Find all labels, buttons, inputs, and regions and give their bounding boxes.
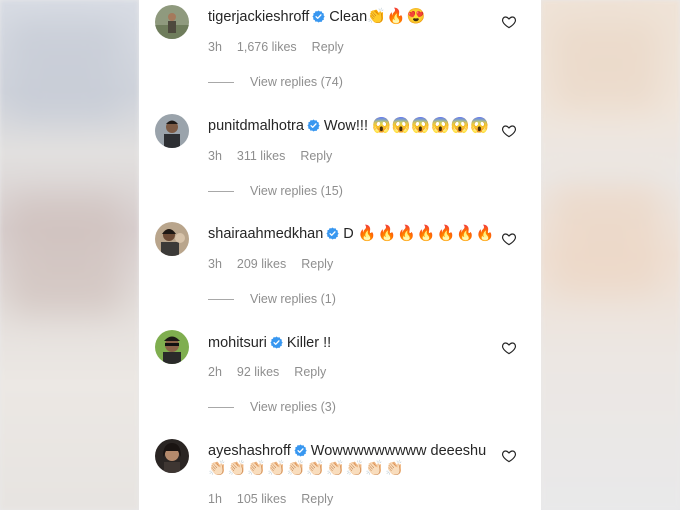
comment-header: punitdmalhotra Wow!!! 😱😱😱😱😱😱 (208, 117, 498, 135)
comment-emoji: 🔥🔥🔥🔥🔥🔥🔥 (357, 225, 496, 242)
comment-header: tigerjackieshroff Clean👏🔥😍 (208, 8, 498, 26)
verified-badge-icon (307, 119, 320, 132)
heart-outline-icon[interactable] (501, 231, 517, 247)
avatar[interactable] (155, 330, 189, 364)
blurred-background-left (0, 0, 139, 510)
comment-emoji: 👏🏻👏🏻👏🏻👏🏻👏🏻👏🏻👏🏻👏🏻👏🏻👏🏻 (208, 460, 405, 477)
timestamp: 3h (208, 257, 222, 271)
comment-meta: 1h 105 likes Reply (208, 492, 348, 506)
verified-badge-icon (294, 444, 307, 457)
username[interactable]: ayeshashroff (208, 443, 291, 459)
like-count[interactable]: 209 likes (237, 257, 286, 271)
reply-button[interactable]: Reply (301, 257, 333, 271)
reply-button[interactable]: Reply (300, 149, 332, 163)
comment-text: Clean (329, 9, 368, 25)
verified-badge-icon (326, 227, 339, 240)
comment-text: D (343, 226, 354, 242)
replies-divider (208, 298, 234, 300)
view-replies-label: View replies (3) (250, 400, 336, 414)
verified-badge-icon (312, 10, 325, 23)
comment-meta: 2h 92 likes Reply (208, 365, 341, 379)
view-replies-label: View replies (1) (250, 292, 336, 306)
timestamp: 1h (208, 492, 222, 506)
timestamp: 3h (208, 40, 222, 54)
comment-meta: 3h 1,676 likes Reply (208, 40, 359, 54)
comments-panel: tigerjackieshroff Clean👏🔥😍 3h 1,676 likes R… (139, 0, 541, 510)
comment-emoji: 👏🔥😍 (367, 8, 427, 25)
like-count[interactable]: 1,676 likes (237, 40, 297, 54)
avatar[interactable] (155, 114, 189, 148)
username[interactable]: tigerjackieshroff (208, 9, 309, 25)
reply-button[interactable]: Reply (312, 40, 344, 54)
username[interactable]: punitdmalhotra (208, 118, 304, 134)
replies-divider (208, 406, 234, 408)
username[interactable]: mohitsuri (208, 335, 267, 351)
comment-text: Wowwwwwwwww deeeshu (310, 443, 487, 459)
username[interactable]: shairaahmedkhan (208, 226, 323, 242)
view-replies-label: View replies (74) (250, 75, 343, 89)
like-count[interactable]: 92 likes (237, 365, 279, 379)
timestamp: 2h (208, 365, 222, 379)
view-replies-label: View replies (15) (250, 184, 343, 198)
timestamp: 3h (208, 149, 222, 163)
replies-divider (208, 190, 234, 192)
view-replies-button[interactable]: View replies (15) (208, 184, 343, 198)
replies-divider (208, 81, 234, 83)
comment-header: mohitsuri Killer !! (208, 334, 498, 352)
blurred-background-right (541, 0, 680, 510)
comment-header: ayeshashroff Wowwwwwwwww deeeshu 👏🏻👏🏻👏🏻👏🏻👏… (208, 442, 498, 478)
reply-button[interactable]: Reply (301, 492, 333, 506)
heart-outline-icon[interactable] (501, 14, 517, 30)
view-replies-button[interactable]: View replies (74) (208, 75, 343, 89)
avatar[interactable] (155, 439, 189, 473)
comment-emoji: 😱😱😱😱😱😱 (372, 117, 491, 134)
heart-outline-icon[interactable] (501, 448, 517, 464)
like-count[interactable]: 311 likes (237, 149, 285, 163)
view-replies-button[interactable]: View replies (1) (208, 292, 336, 306)
verified-badge-icon (270, 336, 283, 349)
comment-text: Wow!!! (323, 118, 368, 134)
avatar[interactable] (155, 5, 189, 39)
comment-meta: 3h 311 likes Reply (208, 149, 347, 163)
heart-outline-icon[interactable] (501, 123, 517, 139)
comment-header: shairaahmedkhan D 🔥🔥🔥🔥🔥🔥🔥 (208, 225, 498, 243)
view-replies-button[interactable]: View replies (3) (208, 400, 336, 414)
reply-button[interactable]: Reply (294, 365, 326, 379)
comment-meta: 3h 209 likes Reply (208, 257, 348, 271)
comment-text: Killer !! (286, 335, 332, 351)
avatar[interactable] (155, 222, 189, 256)
heart-outline-icon[interactable] (501, 340, 517, 356)
like-count[interactable]: 105 likes (237, 492, 286, 506)
